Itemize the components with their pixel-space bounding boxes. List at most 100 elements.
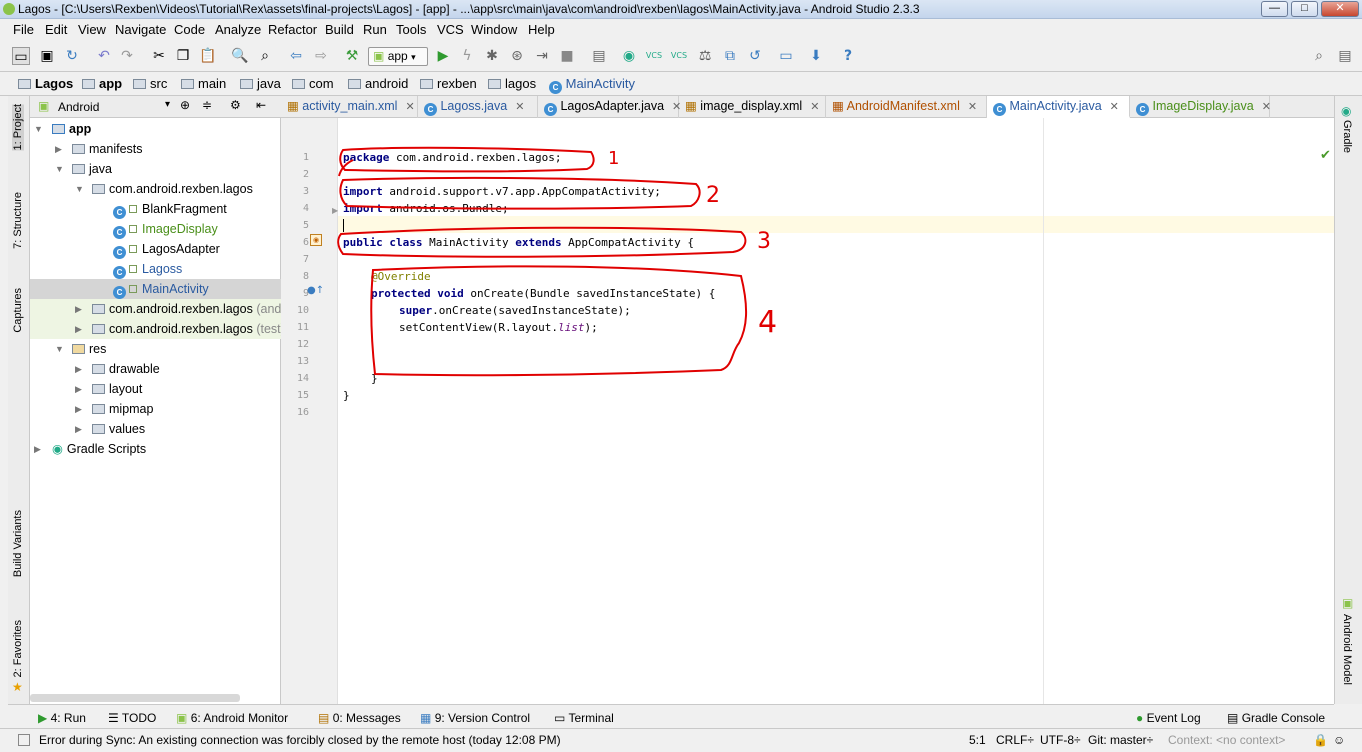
inspector-icon[interactable]: ☺ (1333, 733, 1345, 747)
run-icon[interactable]: ▶ (434, 47, 452, 65)
copy-icon[interactable]: ❐ (174, 47, 192, 65)
breadcrumb-mainactivity[interactable]: C MainActivity (549, 76, 635, 94)
file-encoding[interactable]: UTF-8÷ (1040, 733, 1081, 747)
close-tab-icon[interactable]: ✕ (810, 101, 819, 113)
tab-activity-main-xml[interactable]: ▦ activity_main.xml ✕ (281, 96, 418, 118)
menu-build[interactable]: Build (325, 22, 354, 37)
make-project-icon[interactable]: ⚒ (343, 47, 361, 65)
menu-refactor[interactable]: Refactor (268, 22, 317, 37)
breadcrumb-java[interactable]: java (240, 76, 281, 91)
tree-item-mainactivity[interactable]: C MainActivity (30, 279, 281, 299)
scroll-from-source-icon[interactable]: ⊕ (180, 98, 190, 112)
tree-item-lagosadapter[interactable]: C LagosAdapter (30, 239, 281, 259)
messages-tool-tab[interactable]: ▤ 0: Messages (318, 711, 401, 725)
event-log-icon[interactable]: ▤ (1336, 47, 1354, 65)
tree-item-values[interactable]: ▶ values (30, 419, 281, 439)
close-tab-icon[interactable]: ✕ (515, 101, 524, 113)
breadcrumb-main[interactable]: main (181, 76, 226, 91)
tree-item-package-main[interactable]: ▼ com.android.rexben.lagos (30, 179, 281, 199)
tool-windows-toggle-icon[interactable] (18, 734, 30, 746)
project-tool-tab[interactable]: 1: Project (12, 104, 24, 151)
menu-file[interactable]: File (13, 22, 34, 37)
captures-tool-tab[interactable]: Captures (12, 288, 24, 333)
gradle-tool-tab[interactable]: Gradle (1341, 120, 1353, 153)
event-log-tool-tab[interactable]: ● Event Log (1136, 711, 1201, 725)
tree-item-imagedisplay[interactable]: C ImageDisplay (30, 219, 281, 239)
maximize-button[interactable]: □ (1291, 1, 1318, 17)
breadcrumb-src[interactable]: src (133, 76, 167, 91)
menu-analyze[interactable]: Analyze (215, 22, 261, 37)
tree-item-layout[interactable]: ▶ layout (30, 379, 281, 399)
tree-item-res[interactable]: ▼ res (30, 339, 281, 359)
tree-item-gradle-scripts[interactable]: ▶ ◉ Gradle Scripts (30, 439, 281, 459)
caret-position[interactable]: 5:1 (969, 733, 986, 747)
debug-icon[interactable]: ✱ (483, 47, 501, 65)
apply-changes-icon[interactable]: ϟ (458, 47, 476, 65)
tree-item-app[interactable]: ▼ app (30, 119, 281, 139)
gradle-sync-icon[interactable]: ◉ (620, 47, 638, 65)
gear-icon[interactable]: ⚙ (230, 98, 241, 112)
structure-tool-tab[interactable]: 7: Structure (12, 192, 24, 249)
tree-item-package-test[interactable]: ▶ com.android.rexben.lagos (test) (30, 319, 285, 339)
search-everywhere-icon[interactable]: ⌕ (1310, 47, 1328, 65)
project-view-select[interactable]: Android (58, 100, 99, 114)
menu-help[interactable]: Help (528, 22, 555, 37)
forward-icon[interactable]: ⇨ (312, 47, 330, 65)
menu-code[interactable]: Code (174, 22, 205, 37)
menu-tools[interactable]: Tools (396, 22, 426, 37)
tab-lagoss-java[interactable]: C Lagoss.java ✕ (418, 96, 538, 118)
close-tab-icon[interactable]: ✕ (1110, 101, 1119, 113)
collapse-all-icon[interactable]: ≑ (202, 98, 212, 112)
vcs-compare-icon[interactable]: ⚖ (696, 47, 714, 65)
help-icon[interactable]: ? (839, 47, 857, 65)
breadcrumb-rexben[interactable]: rexben (420, 76, 477, 91)
menu-window[interactable]: Window (471, 22, 517, 37)
version-control-tool-tab[interactable]: ▦ 9: Version Control (420, 711, 530, 725)
stop-icon[interactable]: ■ (558, 47, 576, 65)
breadcrumb-app[interactable]: app (82, 76, 122, 91)
terminal-tool-tab[interactable]: ▭ Terminal (554, 711, 614, 725)
profile-icon[interactable]: ⇥ (533, 47, 551, 65)
tree-item-lagoss[interactable]: C Lagoss (30, 259, 281, 279)
back-icon[interactable]: ⇦ (287, 47, 305, 65)
vcs-history-icon[interactable]: ⧉ (721, 47, 739, 65)
tree-item-drawable[interactable]: ▶ drawable (30, 359, 281, 379)
cut-icon[interactable]: ✂ (150, 47, 168, 65)
open-folder-icon[interactable]: ▭ (12, 47, 30, 65)
sdk-manager-icon[interactable]: ⬇ (807, 47, 825, 65)
chevron-down-icon[interactable]: ▾ (165, 99, 170, 110)
project-structure-icon[interactable]: ▤ (590, 47, 608, 65)
git-branch[interactable]: Git: master÷ (1088, 733, 1153, 747)
vcs-commit-icon[interactable]: VCS (670, 47, 688, 65)
minimize-button[interactable]: — (1261, 1, 1288, 17)
breadcrumb-lagos-pkg[interactable]: lagos (488, 76, 536, 91)
undo-icon[interactable]: ↶ (95, 47, 113, 65)
breadcrumb-android[interactable]: android (348, 76, 408, 91)
paste-icon[interactable]: 📋 (199, 47, 217, 65)
close-tab-icon[interactable]: ✕ (405, 101, 414, 113)
run-tool-tab[interactable]: ▶ 4: Run (38, 711, 86, 725)
hide-panel-icon[interactable]: ⇤ (256, 98, 266, 112)
close-window-button[interactable]: ✕ (1321, 1, 1359, 17)
close-tab-icon[interactable]: ✕ (1262, 101, 1271, 113)
breadcrumb-lagos[interactable]: Lagos (18, 76, 73, 91)
tab-lagosadapter-java[interactable]: C LagosAdapter.java ✕ (538, 96, 681, 118)
vcs-update-icon[interactable]: VCS (645, 47, 663, 65)
menu-run[interactable]: Run (363, 22, 387, 37)
avd-manager-icon[interactable]: ▭ (777, 47, 795, 65)
android-monitor-tool-tab[interactable]: ▣ 6: Android Monitor (176, 711, 288, 725)
build-variants-tool-tab[interactable]: Build Variants (12, 510, 24, 577)
sync-icon[interactable]: ↻ (63, 47, 81, 65)
find-icon[interactable]: 🔍 (231, 47, 249, 65)
breadcrumb-com[interactable]: com (292, 76, 334, 91)
save-all-icon[interactable]: ▣ (38, 47, 56, 65)
menu-edit[interactable]: Edit (45, 22, 67, 37)
line-separator[interactable]: CRLF÷ (996, 733, 1034, 747)
run-config-select[interactable]: ▣ app ▾ (368, 47, 428, 66)
tab-imagedisplay-java[interactable]: C ImageDisplay.java ✕ (1130, 96, 1271, 118)
replace-icon[interactable]: ⌕ (256, 47, 274, 65)
tab-image-display-xml[interactable]: ▦ image_display.xml ✕ (679, 96, 826, 118)
menu-view[interactable]: View (78, 22, 106, 37)
attach-debugger-icon[interactable]: ⊛ (508, 47, 526, 65)
tree-item-mipmap[interactable]: ▶ mipmap (30, 399, 281, 419)
